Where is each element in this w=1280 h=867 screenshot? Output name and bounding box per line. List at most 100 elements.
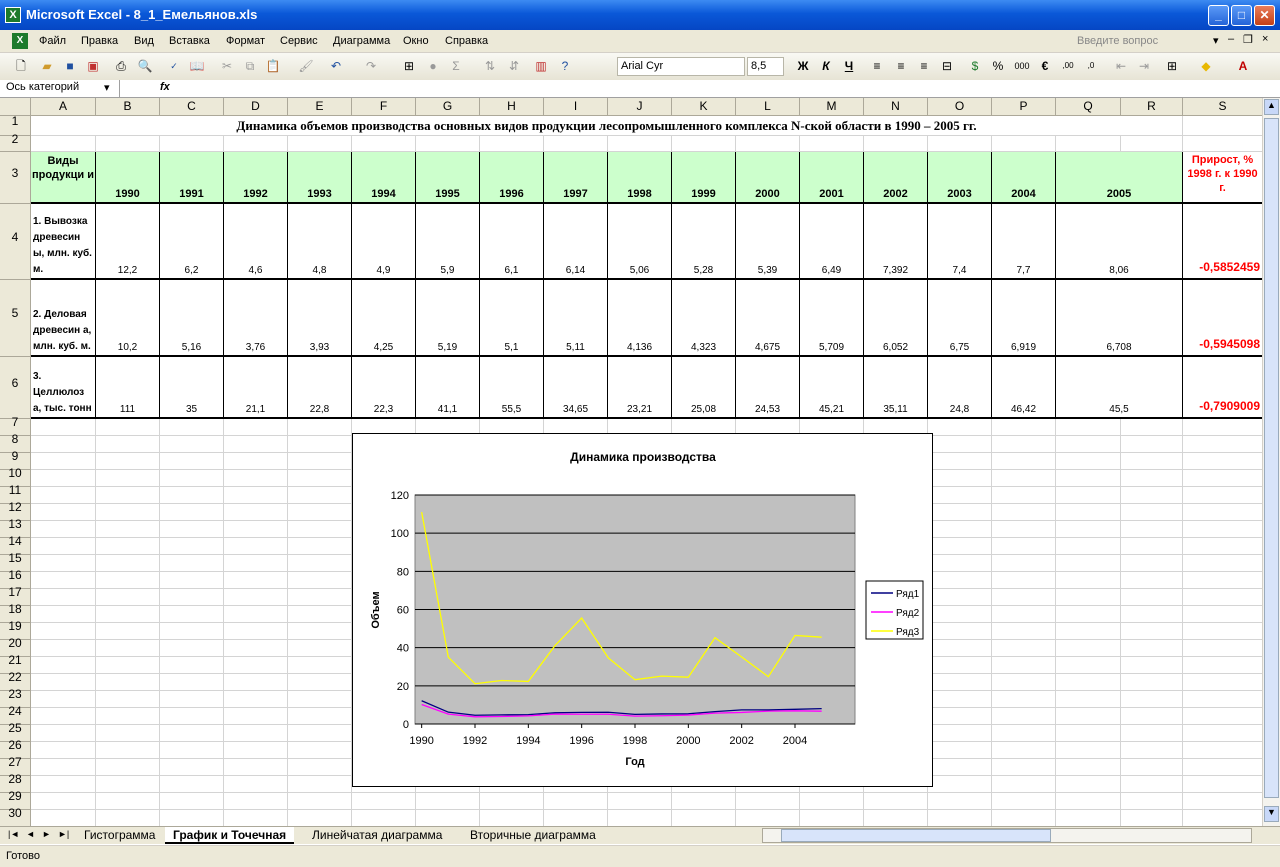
cell[interactable] [928,419,992,436]
cell[interactable] [96,793,160,810]
cell[interactable] [1183,742,1263,759]
cell[interactable] [160,810,224,827]
data-cell[interactable]: 8,06 [1056,204,1183,280]
cell[interactable] [992,436,1056,453]
cell[interactable] [1183,419,1263,436]
cell[interactable] [992,453,1056,470]
cell[interactable] [31,759,96,776]
redo-icon[interactable]: ↷ [362,57,380,75]
currency-icon[interactable]: $ [966,57,984,75]
cell[interactable] [31,572,96,589]
data-cell[interactable]: 10,2 [96,280,160,357]
last-sheet-icon[interactable]: ►| [58,829,69,839]
cell[interactable] [1056,572,1121,589]
cell[interactable] [31,470,96,487]
cell[interactable] [1183,606,1263,623]
cell[interactable] [1183,436,1263,453]
cell[interactable] [1056,623,1121,640]
cell[interactable] [160,759,224,776]
cell[interactable] [160,708,224,725]
cell[interactable] [992,419,1056,436]
cell[interactable] [736,136,800,152]
cell[interactable] [96,810,160,827]
cell[interactable] [1121,623,1183,640]
cell[interactable] [96,776,160,793]
research-icon[interactable]: 📖 [188,57,206,75]
align-left-icon[interactable]: ≡ [868,57,886,75]
cell[interactable] [31,453,96,470]
cell[interactable] [1183,759,1263,776]
cell[interactable] [1056,691,1121,708]
cell[interactable] [96,674,160,691]
cell[interactable] [160,487,224,504]
cell[interactable] [1183,623,1263,640]
cell[interactable] [288,793,352,810]
cell[interactable] [31,487,96,504]
cell[interactable] [1121,640,1183,657]
data-cell[interactable]: 5,1 [480,280,544,357]
column-header[interactable]: E [288,98,352,116]
cell[interactable] [608,793,672,810]
cell[interactable] [928,691,992,708]
fx-icon[interactable]: fx [160,81,170,93]
cell[interactable] [160,589,224,606]
cell[interactable] [992,742,1056,759]
horizontal-scrollbar[interactable] [762,828,1252,843]
cell[interactable] [288,136,352,152]
menu-tools[interactable]: Сервис [280,35,318,47]
cell[interactable] [160,793,224,810]
cell[interactable] [1056,810,1121,827]
data-cell[interactable]: 55,5 [480,357,544,419]
cell[interactable] [224,487,288,504]
cell[interactable] [160,725,224,742]
column-header[interactable]: R [1121,98,1183,116]
cell[interactable] [1183,691,1263,708]
cell[interactable] [288,538,352,555]
cell[interactable] [1121,606,1183,623]
cell[interactable] [928,538,992,555]
cell[interactable] [31,521,96,538]
cell[interactable] [992,538,1056,555]
help-dropdown-icon[interactable]: ▾ [1213,34,1219,47]
spelling-icon[interactable]: ✓ [165,57,183,75]
cell[interactable] [800,810,864,827]
bold-button[interactable]: Ж [794,57,812,75]
menu-edit[interactable]: Правка [81,35,118,47]
data-cell[interactable]: 22,3 [352,357,416,419]
cell[interactable] [224,606,288,623]
cell[interactable] [288,691,352,708]
cell[interactable] [992,725,1056,742]
sort-desc-icon[interactable]: ⇵ [505,57,523,75]
cell[interactable] [224,742,288,759]
menu-file[interactable]: Файл [39,35,66,47]
cell[interactable] [800,793,864,810]
cell[interactable] [96,470,160,487]
cell[interactable] [1121,504,1183,521]
data-cell[interactable]: 41,1 [416,357,480,419]
cell[interactable] [864,793,928,810]
cell[interactable] [288,504,352,521]
menu-view[interactable]: Вид [134,35,154,47]
cell[interactable] [288,640,352,657]
menu-window[interactable]: Окно [403,35,429,47]
underline-button[interactable]: Ч [840,57,858,75]
data-cell[interactable]: 12,2 [96,204,160,280]
increase-decimal-icon[interactable]: ,00 [1059,57,1077,75]
cell[interactable] [31,793,96,810]
cell[interactable] [1056,419,1121,436]
cell[interactable] [1056,606,1121,623]
cell[interactable] [1183,776,1263,793]
euro-icon[interactable]: € [1036,57,1054,75]
first-sheet-icon[interactable]: |◄ [8,829,19,839]
cell[interactable] [160,521,224,538]
column-header[interactable]: N [864,98,928,116]
cell[interactable] [1183,572,1263,589]
data-cell[interactable]: 4,9 [352,204,416,280]
cell[interactable] [1183,116,1263,136]
cell[interactable] [160,436,224,453]
data-cell[interactable]: 7,7 [992,204,1056,280]
cell[interactable] [160,136,224,152]
doc-close-button[interactable]: × [1262,33,1268,45]
cell[interactable] [1056,776,1121,793]
growth-cell[interactable]: -0,5945098 [1183,280,1263,357]
